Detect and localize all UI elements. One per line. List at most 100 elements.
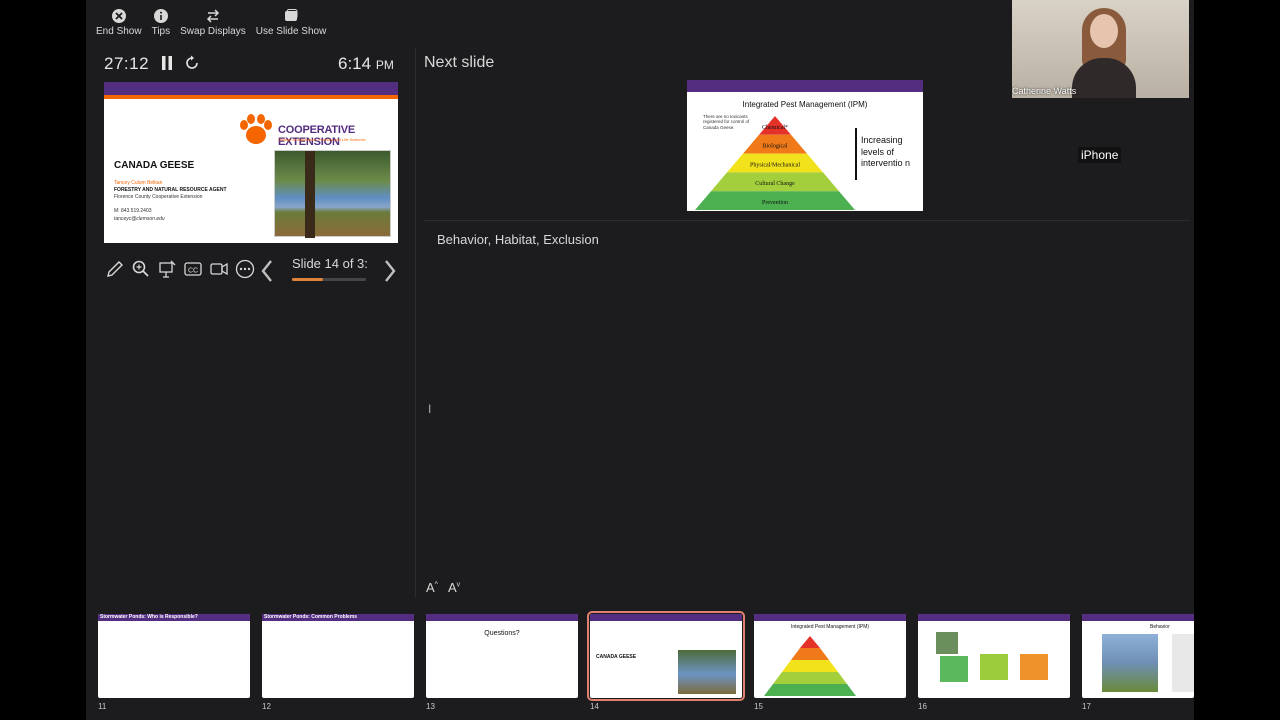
pointer-tool-button[interactable] [156,258,178,280]
slide-tools: CC [104,258,256,280]
info-icon [153,8,169,24]
slide-counter: Slide 14 of 3: [292,256,368,271]
tiger-paw-logo-icon [240,114,272,144]
thumb-number: 14 [590,702,599,711]
thumb-pyramid [764,636,856,696]
slide-header-bar [687,80,923,92]
pyramid-level-label: Prevention [762,200,788,206]
close-circle-icon [111,8,127,24]
clock-time: 6:14 [338,54,372,73]
thumb-photo [936,632,958,654]
ipm-increasing-label: Increasing levels of interventio n [861,135,911,169]
thumb-header [426,614,578,621]
swap-arrows-icon [205,8,221,24]
thumbnail-slide-13[interactable]: Questions? [426,614,578,698]
ipm-title: Integrated Pest Management (IPM) [742,100,868,109]
thumb-box [940,656,968,682]
thumb-number: 13 [426,702,435,711]
thumb-box [1020,654,1048,680]
progress-fill [292,278,324,281]
org-title: COOPERATIVE EXTENSION [278,124,356,148]
thumbnail-slide-15[interactable]: Integrated Pest Management (IPM) [754,614,906,698]
pyramid-level-label: Biological [763,144,788,150]
use-slide-show-label: Use Slide Show [255,26,327,37]
slide-heading: CANADA GEESE [114,160,195,171]
presenter-phone: M: 843.519.2403 [114,208,152,214]
slide-header-bar [104,82,398,95]
next-slide-preview[interactable]: Integrated Pest Management (IPM) There a… [687,80,923,211]
thumbnail-slide-17[interactable]: Behavior [1082,614,1194,698]
thumb-header [1082,614,1194,621]
presenter-name: Tancey Culum Belkan [114,180,163,186]
current-slide-preview: COOPERATIVE EXTENSION College of Agricul… [104,82,398,243]
use-slide-show-button[interactable]: Use Slide Show [255,8,327,42]
swap-displays-label: Swap Displays [180,26,246,37]
speaker-notes[interactable]: Behavior, Habitat, Exclusion [437,232,599,247]
increase-font-button[interactable]: A^ [426,580,438,595]
thumbnail-slide-11[interactable]: Stormwater Ponds: Who is Responsible? [98,614,250,698]
ipm-arrow [855,128,857,180]
thumb-photo [678,650,736,694]
presenter-toolbar: End Show Tips Swap Displays Use Slide Sh… [96,8,326,42]
slide-accent-bar [104,95,398,99]
pencil-icon [107,261,123,277]
presentation-progress-bar [292,278,366,281]
pen-tool-button[interactable] [104,258,126,280]
thumbnail-slide-16[interactable] [918,614,1070,698]
thumb-title: Stormwater Ponds: Who is Responsible? [100,614,198,620]
decrease-font-button[interactable]: Av [448,580,460,595]
clock-ampm: PM [375,58,394,72]
previous-slide-chevron-icon[interactable] [260,259,274,283]
thumb-photo [1102,634,1158,692]
thumb-sign [1172,634,1194,692]
next-slide-label: Next slide [424,54,495,71]
notes-divider[interactable] [424,220,1190,221]
thumb-header [590,614,742,621]
restart-timer-icon[interactable] [184,55,200,71]
tips-label: Tips [151,26,171,37]
pyramid-level-label: Chemical* [762,125,788,131]
closed-captions-icon: CC [184,262,202,276]
more-dots-icon [235,259,255,279]
video-person-face [1090,14,1118,48]
next-slide-chevron-icon[interactable] [383,259,397,283]
video-camera-icon [210,262,228,276]
tree-trunk [305,151,315,238]
presenter-email: tanceyc@clemson.edu [114,216,165,222]
more-options-button[interactable] [234,258,256,280]
text-cursor-icon: I [428,402,432,416]
thumb-number: 17 [1082,702,1091,711]
column-divider[interactable] [415,48,416,598]
end-show-button[interactable]: End Show [96,8,142,42]
thumbnail-slide-14[interactable]: CANADA GEESE [587,611,745,701]
swap-displays-button[interactable]: Swap Displays [180,8,246,42]
laser-pointer-icon [159,260,176,278]
app-window: End Show Tips Swap Displays Use Slide Sh… [0,0,1280,720]
thumb-header [754,614,906,621]
thumb-title: Stormwater Ponds: Common Problems [264,614,358,620]
magnifier-icon [132,260,149,277]
presenter-role: FORESTRY AND NATURAL RESOURCE AGENT [114,187,227,193]
thumb-number: 11 [98,702,107,711]
device-name: iPhone [1078,147,1122,163]
ipm-pyramid: Chemical* Biological Physical/Mechanical Cu… [695,116,855,210]
camera-toggle-button[interactable] [208,258,230,280]
slide-thumbnail-strip: Stormwater Ponds: Who is Responsible? 11… [86,604,1194,720]
thumbnail-slide-12[interactable]: Stormwater Ponds: Common Problems [262,614,414,698]
thumb-title: Behavior [1150,624,1170,630]
zoom-tool-button[interactable] [130,258,152,280]
participant-video[interactable] [1012,0,1189,98]
thumb-title: Questions? [484,630,520,637]
pause-icon[interactable] [161,56,173,70]
end-show-label: End Show [96,26,142,37]
thumb-title: Integrated Pest Management (IPM) [790,624,870,630]
subtitles-button[interactable]: CC [182,258,204,280]
participant-name: Catherine Watts [1012,86,1077,96]
elapsed-timer: 27:12 [104,54,150,73]
slideshow-icon [283,8,299,24]
tips-button[interactable]: Tips [151,8,171,42]
thumb-title: CANADA GEESE [596,654,637,660]
thumb-number: 15 [754,702,763,711]
svg-text:CC: CC [188,268,198,275]
pyramid-level-label: Physical/Mechanical [750,162,800,168]
